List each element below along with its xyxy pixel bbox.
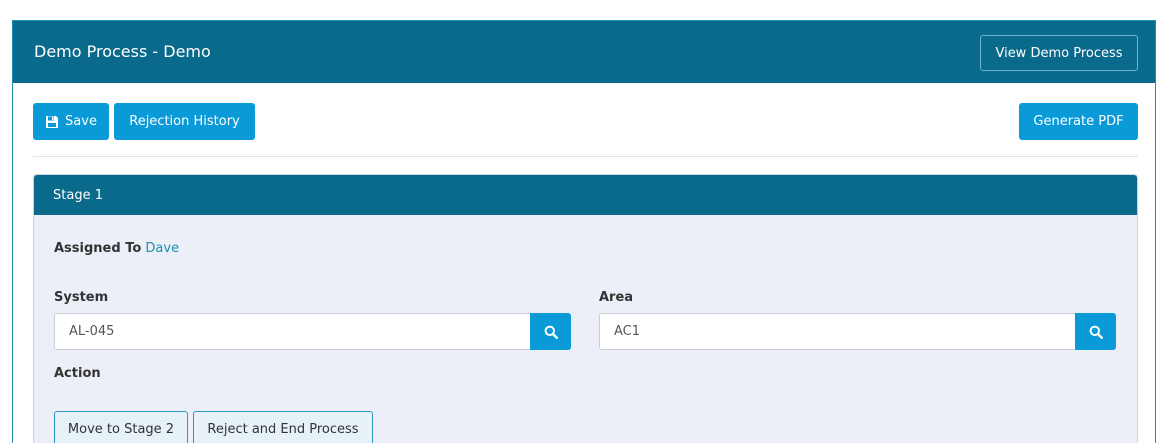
area-input[interactable]	[599, 313, 1075, 350]
assigned-to: Assigned To Dave	[54, 241, 179, 256]
assigned-user-link[interactable]: Dave	[145, 241, 179, 256]
save-button[interactable]: Save	[33, 103, 109, 140]
move-to-stage-2-button[interactable]: Move to Stage 2	[54, 411, 188, 443]
area-input-group	[599, 313, 1116, 350]
stage-header: Stage 1	[34, 175, 1137, 215]
area-label: Area	[599, 290, 634, 305]
page-header: Demo Process - Demo View Demo Process	[13, 21, 1155, 83]
toolbar-divider	[33, 156, 1138, 157]
action-label: Action	[54, 366, 101, 381]
floppy-disk-icon	[46, 115, 59, 128]
app-frame: Demo Process - Demo View Demo Process Sa…	[12, 20, 1156, 443]
save-button-label: Save	[65, 114, 97, 129]
system-search-button[interactable]	[530, 313, 571, 350]
area-search-button[interactable]	[1075, 313, 1116, 350]
rejection-history-button[interactable]: Rejection History	[114, 103, 255, 140]
page-title: Demo Process - Demo	[34, 42, 211, 61]
stage-panel: Stage 1 Assigned To Dave System Area	[33, 174, 1138, 443]
search-icon	[1089, 325, 1103, 339]
system-input[interactable]	[54, 313, 530, 350]
stage-title: Stage 1	[53, 188, 103, 203]
view-demo-process-button[interactable]: View Demo Process	[980, 35, 1138, 71]
assigned-to-label: Assigned To	[54, 241, 142, 256]
system-label: System	[54, 290, 109, 305]
reject-and-end-process-button[interactable]: Reject and End Process	[193, 411, 373, 443]
search-icon	[544, 325, 558, 339]
system-input-group	[54, 313, 571, 350]
generate-pdf-button[interactable]: Generate PDF	[1019, 103, 1138, 140]
